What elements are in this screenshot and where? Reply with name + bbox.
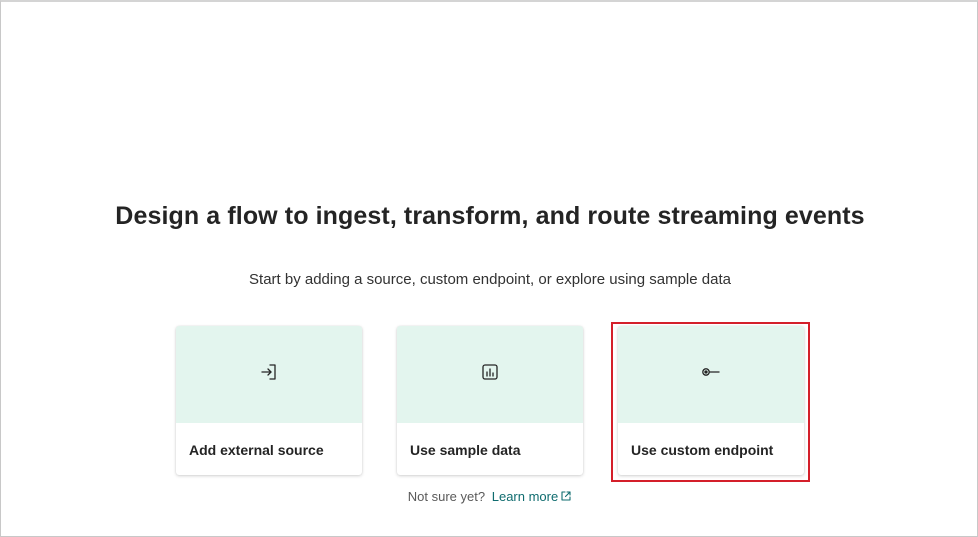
card-header <box>176 326 362 423</box>
card-label: Use sample data <box>410 442 521 458</box>
page-title: Design a flow to ingest, transform, and … <box>115 202 865 230</box>
use-sample-data-card[interactable]: Use sample data <box>397 326 583 475</box>
footer-prompt: Not sure yet? <box>407 489 486 504</box>
card-header <box>397 326 583 423</box>
canvas-frame: Design a flow to ingest, transform, and … <box>0 0 978 537</box>
add-external-source-card[interactable]: Add external source <box>176 326 362 475</box>
footer-help: Not sure yet? Learn more <box>1 489 978 505</box>
bar-chart-icon <box>480 362 500 387</box>
highlight-box <box>611 322 810 482</box>
external-link-icon <box>560 490 572 505</box>
card-label: Add external source <box>189 442 324 458</box>
page-subtitle: Start by adding a source, custom endpoin… <box>249 271 731 288</box>
learn-more-link[interactable]: Learn more <box>492 489 572 504</box>
learn-more-label: Learn more <box>491 489 559 504</box>
sign-in-arrow-icon <box>259 362 279 387</box>
